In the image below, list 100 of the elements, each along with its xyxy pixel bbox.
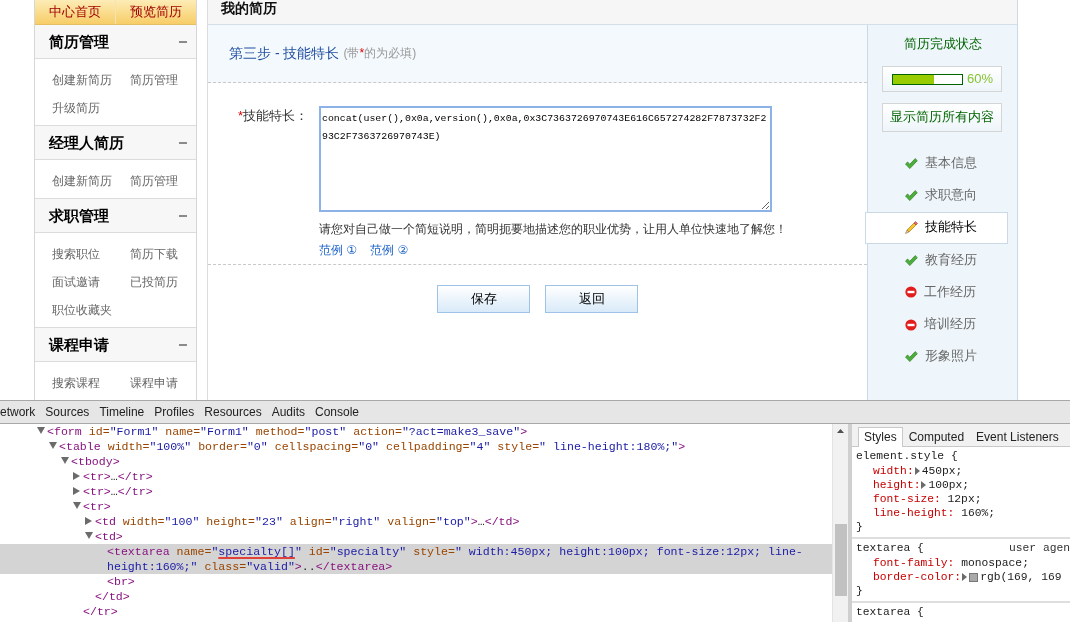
example-link[interactable]: 范例 ① (319, 240, 358, 261)
no-entry-icon (905, 286, 917, 299)
sidebar-link[interactable]: 创建新简历 (52, 66, 112, 94)
step-item[interactable]: 培训经历 (865, 308, 1008, 341)
dom-node[interactable]: <tr> (0, 499, 832, 514)
sidebar-pane-tab[interactable]: Computed (902, 427, 971, 447)
field-label: *技能特长： (237, 108, 308, 123)
check-icon (905, 189, 918, 201)
step-item[interactable]: 教育经历 (865, 243, 1008, 277)
right-triangle-icon[interactable] (921, 481, 927, 489)
sidebar-link[interactable]: 搜索课程 (52, 369, 100, 397)
down-triangle-icon[interactable] (37, 427, 45, 435)
scrollbar-thumb[interactable] (834, 524, 847, 596)
sidebar-link[interactable]: 创建新简历 (52, 167, 112, 195)
dom-node[interactable]: <br> (0, 574, 832, 589)
color-swatch-icon[interactable] (969, 572, 979, 582)
hint-text: 请您对自己做一个简短说明，简明扼要地描述您的职业优势，让用人单位快速地了解您！ (319, 221, 787, 238)
dom-node[interactable]: <table width="100%" border="0" cellspacing="0" cellpadding="4" style=" line-height:180%;"> (0, 439, 832, 454)
show-all-button[interactable]: 显示简历所有内容 (882, 103, 1002, 132)
section-title: 课程申请 (49, 334, 109, 355)
rule-origin: user agen (1009, 541, 1070, 556)
down-triangle-icon[interactable] (73, 502, 81, 510)
collapse-icon[interactable] (179, 40, 187, 43)
dom-node[interactable]: <textarea name="specialty[]" id="specialty" style=" width:450px; height:100px; font-size:12px; line-height:160%;" class="valid">..</textarea> (0, 544, 832, 574)
pencil-icon (905, 221, 918, 235)
save-button[interactable]: 保存 (437, 285, 530, 313)
dom-node[interactable]: <td> (0, 529, 832, 544)
property-name: line-height: (873, 506, 955, 520)
dom-node[interactable]: <tr>…</tr> (0, 484, 832, 499)
property-value: 100px; (928, 478, 970, 492)
panel-tab[interactable]: Sources (40, 402, 95, 422)
right-triangle-icon[interactable] (73, 471, 80, 480)
section-title: 简历管理 (49, 31, 109, 52)
rule-close-brace: } (856, 520, 864, 534)
dom-node[interactable]: <td width="100" height="23" align="right" valign="top">…</td> (0, 514, 832, 529)
step-item[interactable]: 形象照片 (865, 340, 1008, 374)
property-value: 12px; (947, 492, 982, 506)
right-triangle-icon[interactable] (85, 516, 92, 525)
check-icon (905, 351, 918, 363)
collapse-icon[interactable] (179, 141, 187, 144)
skills-textarea[interactable]: concat(user(),0x0a,version(),0x0a,0x3C7363726970743E616C657274282F7873732F293C2F7363726970743E) (319, 106, 773, 212)
down-triangle-icon[interactable] (85, 532, 93, 540)
no-entry-icon (905, 318, 917, 331)
property-name: width: (873, 464, 914, 478)
sidebar-link[interactable]: 简历管理 (130, 66, 178, 94)
property-value: 450px; (921, 464, 963, 478)
step-item[interactable]: 工作经历 (865, 276, 1008, 309)
section-title: 求职管理 (49, 205, 109, 226)
right-triangle-icon[interactable] (962, 573, 968, 581)
sidebar-link[interactable]: 升级简历 (52, 94, 100, 122)
sidebar-link[interactable]: 职位收藏夹 (52, 296, 112, 324)
sidebar-pane-tab[interactable]: Styles (858, 427, 903, 447)
step-title: 第三步 - 技能特长 (229, 44, 340, 63)
property-name: height: (873, 478, 921, 492)
section-title: 经理人简历 (49, 132, 124, 153)
panel-tab[interactable]: Profiles (149, 402, 200, 422)
sidebar-link[interactable]: 搜索职位 (52, 240, 100, 268)
rule-selector: element.style { (856, 449, 958, 464)
step-item[interactable]: 求职意向 (865, 179, 1008, 212)
panel-tab[interactable]: Audits (266, 402, 310, 422)
property-name: border-color: (873, 570, 962, 584)
top-nav-link[interactable]: 预览简历 (115, 0, 196, 24)
panel-tab[interactable]: etwork (0, 402, 41, 422)
scroll-up-icon[interactable] (837, 429, 844, 433)
panel-tab[interactable]: Timeline (94, 402, 150, 422)
down-triangle-icon[interactable] (61, 457, 69, 465)
dom-node[interactable]: <tbody> (0, 454, 832, 469)
sidebar-pane-tab[interactable]: Event Listeners (970, 427, 1065, 447)
sidebar-link[interactable]: 已投简历 (130, 268, 178, 296)
down-triangle-icon[interactable] (49, 442, 57, 450)
sidebar-link[interactable]: 课程申请 (130, 369, 178, 397)
property-value: rgb(169, 169 (980, 570, 1062, 584)
required-note: (带*的为必填) (343, 45, 417, 62)
panel-tab[interactable]: Console (310, 402, 365, 422)
collapse-icon[interactable] (179, 214, 187, 217)
check-icon (905, 157, 918, 169)
page-title: 我的简历 (221, 0, 277, 16)
example-link[interactable]: 范例 ② (370, 240, 409, 261)
step-item[interactable]: 技能特长 (865, 211, 1008, 244)
right-triangle-icon[interactable] (914, 467, 920, 475)
rule-close-brace: } (856, 584, 864, 598)
step-item[interactable]: 基本信息 (865, 147, 1008, 180)
sidebar-link[interactable]: 简历管理 (130, 167, 178, 195)
top-nav-link[interactable]: 中心首页 (35, 0, 115, 24)
rule-selector: textarea { (856, 605, 924, 620)
status-title: 简历完成状态 (902, 35, 983, 53)
panel-tab[interactable]: Resources (199, 402, 267, 422)
property-name: font-size: (873, 492, 941, 506)
sidebar-link[interactable]: 面试邀请 (52, 268, 100, 296)
check-icon (905, 254, 918, 266)
back-button[interactable]: 返回 (545, 285, 638, 313)
right-triangle-icon[interactable] (73, 486, 80, 495)
dom-node[interactable]: <tr>…</tr> (0, 469, 832, 484)
dom-closing-tag[interactable]: </tr> (0, 604, 832, 619)
property-value: 160%; (961, 506, 996, 520)
sidebar-link[interactable]: 简历下载 (130, 240, 178, 268)
collapse-icon[interactable] (179, 343, 187, 346)
progress-reading: 60% (967, 71, 994, 87)
dom-closing-tag[interactable]: </td> (0, 589, 832, 604)
dom-node[interactable]: <form id="Form1" name="Form1" method="post" action="?act=make3_save"> (0, 424, 832, 439)
